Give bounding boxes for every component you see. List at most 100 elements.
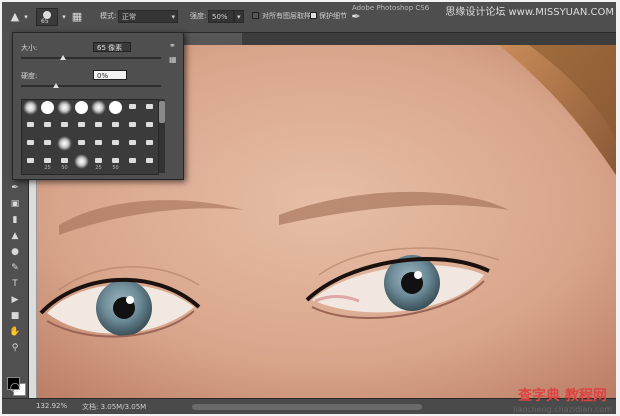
- brush-tip-icon: [112, 122, 119, 127]
- brush-tip-preset[interactable]: [90, 136, 107, 153]
- brush-tip-preset[interactable]: [39, 100, 56, 117]
- brush-tip-preset[interactable]: [124, 118, 141, 135]
- brush-tip-icon: [44, 122, 51, 127]
- brush-tip-preset[interactable]: [124, 136, 141, 153]
- brush-tip-icon: [146, 158, 153, 163]
- brush-picker-chevron-icon[interactable]: ▾: [60, 8, 68, 26]
- brush-size-badge: 65: [41, 18, 49, 25]
- brush-tip-icon: [146, 140, 153, 145]
- mode-select-value: 正常: [122, 13, 136, 21]
- brush-tip-preset[interactable]: [124, 100, 141, 117]
- brush-tip-preset[interactable]: [107, 118, 124, 135]
- brush-tip-icon: [146, 122, 153, 127]
- mode-select[interactable]: 正常 ▾: [118, 10, 178, 23]
- app-title: Adobe Photoshop CS6: [352, 4, 430, 12]
- brush-tip-icon: [44, 140, 51, 145]
- scrollbar-thumb[interactable]: [159, 101, 165, 123]
- size-slider-track[interactable]: [21, 57, 161, 59]
- brush-tip-preset[interactable]: [56, 100, 73, 117]
- strength-dropdown[interactable]: ▾: [234, 10, 244, 23]
- size-slider-handle[interactable]: [60, 55, 66, 60]
- brush-tip-preset[interactable]: [73, 118, 90, 135]
- brush-tip-preset[interactable]: 25: [39, 154, 56, 171]
- document-tab[interactable]: [182, 33, 242, 45]
- brush-tip-preset[interactable]: [22, 136, 39, 153]
- strength-input[interactable]: 50%: [208, 10, 234, 23]
- brush-tip-preset[interactable]: [39, 136, 56, 153]
- blur-tool-icon[interactable]: ●: [8, 246, 22, 258]
- path-selection-tool-icon[interactable]: ▶: [8, 294, 22, 306]
- watermark-line2: jiaocheng.chazidian.com: [512, 405, 612, 414]
- brush-panel-toggle-icon[interactable]: ▦: [70, 8, 84, 26]
- quick-mask-icon[interactable]: ◯: [8, 382, 22, 394]
- brush-tip-preset[interactable]: [141, 100, 158, 117]
- brush-tip-preset[interactable]: [107, 100, 124, 117]
- brush-tip-preset[interactable]: 50: [56, 154, 73, 171]
- hand-tool-icon[interactable]: ✋: [8, 326, 22, 338]
- zoom-tool-icon[interactable]: ⚲: [8, 342, 22, 354]
- document-tab-strip: [182, 33, 616, 45]
- reset-size-icon[interactable]: ⚭: [169, 41, 176, 50]
- brush-tip-preset[interactable]: [107, 136, 124, 153]
- eraser-tool-icon[interactable]: ▮: [8, 214, 22, 226]
- zoom-level[interactable]: 132.92%: [36, 402, 67, 410]
- type-tool-icon[interactable]: T: [8, 278, 22, 290]
- new-preset-icon[interactable]: ▦: [169, 55, 177, 64]
- sponge-tool-icon[interactable]: ▲: [8, 8, 22, 26]
- brush-tip-icon: [75, 101, 88, 114]
- hardness-slider-track[interactable]: [21, 85, 161, 87]
- hardness-field[interactable]: 0%: [93, 70, 127, 80]
- brush-tip-icon: [112, 158, 119, 163]
- clone-stamp-tool-icon[interactable]: ▣: [8, 198, 22, 210]
- brush-tip-preset[interactable]: [141, 154, 158, 171]
- brush-tip-preset[interactable]: [22, 154, 39, 171]
- brush-tip-icon: [61, 158, 68, 163]
- brush-tip-preset[interactable]: [56, 136, 73, 153]
- brush-tip-icon: [41, 101, 54, 114]
- sponge-tool-icon[interactable]: ▲: [8, 230, 22, 242]
- brush-preset-picker[interactable]: 65: [36, 8, 58, 26]
- brush-tip-icon: [27, 140, 34, 145]
- rectangle-tool-icon[interactable]: ■: [8, 310, 22, 322]
- protect-detail-checkbox[interactable]: [310, 12, 317, 19]
- brush-tip-preset[interactable]: [141, 118, 158, 135]
- size-label: 大小:: [21, 44, 38, 52]
- brush-tip-preset[interactable]: [141, 136, 158, 153]
- brush-tip-preset[interactable]: [90, 100, 107, 117]
- brush-tip-preset[interactable]: [73, 100, 90, 117]
- brush-tip-icon: [78, 122, 85, 127]
- brush-tip-preset[interactable]: [39, 118, 56, 135]
- brush-grid-scrollbar[interactable]: [159, 99, 165, 173]
- brush-tip-preset[interactable]: [56, 118, 73, 135]
- sample-all-layers-checkbox[interactable]: [252, 12, 259, 19]
- hardness-slider-handle[interactable]: [53, 83, 59, 88]
- brush-tip-size-label: 50: [112, 165, 119, 171]
- watermark-top: 思缘设计论坛 www.MISSYUAN.COM: [445, 7, 614, 18]
- pen-tool-icon[interactable]: ✎: [8, 262, 22, 274]
- tool-preset-dropdown-icon[interactable]: ▾: [22, 8, 30, 26]
- brush-tip-preset[interactable]: 25: [90, 154, 107, 171]
- brush-tip-preset[interactable]: [90, 118, 107, 135]
- brush-tip-size-label: 25: [95, 165, 102, 171]
- brush-tip-preset[interactable]: [22, 118, 39, 135]
- brush-tip-preset[interactable]: [124, 154, 141, 171]
- brush-tip-icon: [129, 158, 136, 163]
- brush-tip-icon: [95, 140, 102, 145]
- brush-tip-preset[interactable]: [22, 100, 39, 117]
- brush-tip-icon: [78, 140, 85, 145]
- sample-all-layers-label: 对所有图层取样: [262, 12, 311, 20]
- brush-tip-preset[interactable]: [73, 136, 90, 153]
- horizontal-scrollbar[interactable]: [192, 404, 422, 410]
- size-field[interactable]: 65 像素: [93, 42, 131, 52]
- document-size: 文档: 3.05M/3.05M: [82, 403, 147, 411]
- brush-tip-icon: [23, 100, 38, 115]
- chevron-down-icon: ▾: [237, 13, 241, 21]
- brush-tip-icon: [129, 104, 136, 109]
- brush-tip-preset[interactable]: 50: [107, 154, 124, 171]
- brush-tool-icon[interactable]: ✒: [8, 182, 22, 194]
- brush-tip-icon: [146, 104, 153, 109]
- watermark-bottom: 查字典 教程网 jiaocheng.chazidian.com: [513, 385, 612, 414]
- brush-tip-icon: [109, 101, 122, 114]
- brush-tip-preset[interactable]: [73, 154, 90, 171]
- watermark-line1: 查字典 教程网: [518, 388, 607, 404]
